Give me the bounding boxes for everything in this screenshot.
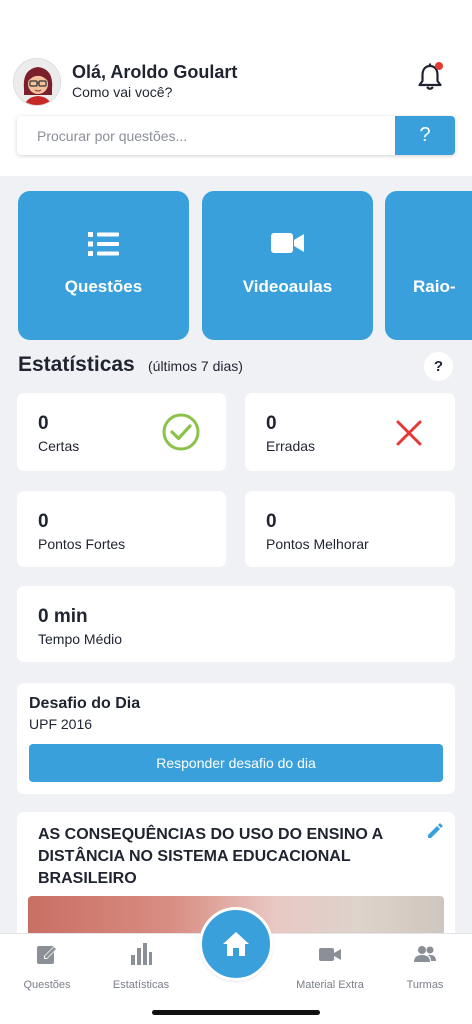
stat-card-erradas: 0 Erradas <box>245 393 455 471</box>
stat-label: Erradas <box>266 438 316 454</box>
stat-label: Pontos Melhorar <box>266 536 369 552</box>
pencil-icon[interactable] <box>426 822 444 840</box>
stat-label: Tempo Médio <box>38 631 123 647</box>
list-icon <box>18 231 189 265</box>
tab-label: Turmas <box>406 979 444 991</box>
greeting-subtitle: Como vai você? <box>72 84 173 100</box>
daily-challenge-title: Desafio do Dia <box>29 695 141 712</box>
stat-label: Pontos Fortes <box>38 536 126 552</box>
stats-help-button[interactable]: ? <box>424 352 453 381</box>
search-bar: ? <box>17 116 455 155</box>
tab-turmas[interactable]: Turmas <box>380 942 470 1002</box>
tab-material-extra[interactable]: Material Extra <box>285 942 375 1002</box>
stats-period: (últimos 7 dias) <box>148 358 243 374</box>
cross-icon <box>396 420 422 446</box>
header: Olá, Aroldo Goulart Como vai você? ? <box>0 0 472 176</box>
stat-value: 0 <box>266 511 277 532</box>
home-button[interactable] <box>199 907 273 981</box>
stats-title: Estatísticas <box>18 353 135 376</box>
daily-challenge-card: Desafio do Dia UPF 2016 Responder desafi… <box>17 683 455 794</box>
tab-label: Material Extra <box>296 979 364 991</box>
stat-value: 0 <box>266 413 277 434</box>
notification-badge <box>435 62 443 70</box>
home-icon <box>223 932 249 956</box>
users-icon <box>414 946 436 962</box>
tab-questoes[interactable]: Questões <box>2 942 92 1002</box>
tile-label: Raio- <box>413 277 456 296</box>
stat-card-pontos-melhorar: 0 Pontos Melhorar <box>245 491 455 567</box>
stat-value: 0 <box>38 413 49 434</box>
tile-questoes[interactable]: Questões <box>18 191 189 340</box>
tile-label: Videoaulas <box>242 277 333 296</box>
greeting: Olá, Aroldo Goulart <box>72 62 238 82</box>
check-circle-icon <box>162 413 200 451</box>
video-camera-icon <box>202 231 373 265</box>
search-input[interactable] <box>17 116 395 155</box>
home-indicator <box>152 1010 320 1015</box>
answer-challenge-button[interactable]: Responder desafio do dia <box>29 744 443 782</box>
tile-label: Questões <box>64 277 143 296</box>
stat-label: Certas <box>38 438 80 454</box>
avatar-illustration <box>14 59 60 105</box>
search-help-button[interactable]: ? <box>395 116 455 155</box>
article-title: AS CONSEQUÊNCIAS DO USO DO ENSINO A DIST… <box>38 826 383 887</box>
tab-label: Questões <box>23 979 71 991</box>
stat-card-pontos-fortes: 0 Pontos Fortes <box>17 491 226 567</box>
avatar[interactable] <box>13 58 61 106</box>
tile-videoaulas[interactable]: Videoaulas <box>202 191 373 340</box>
edit-square-icon <box>37 946 57 964</box>
tab-label: Estatísticas <box>112 979 170 991</box>
stat-value: 0 min <box>38 606 88 627</box>
tab-estatisticas[interactable]: Estatísticas <box>96 942 186 1002</box>
daily-challenge-exam: UPF 2016 <box>29 716 93 732</box>
stat-card-tempo-medio: 0 min Tempo Médio <box>17 586 455 662</box>
stat-card-certas: 0 Certas <box>17 393 226 471</box>
video-camera-icon <box>319 948 341 961</box>
stat-value: 0 <box>38 511 49 532</box>
feature-tiles: Questões Videoaulas Raio- <box>0 191 472 341</box>
bar-chart-icon <box>131 943 152 965</box>
tile-raio-x[interactable]: Raio- <box>385 191 472 340</box>
